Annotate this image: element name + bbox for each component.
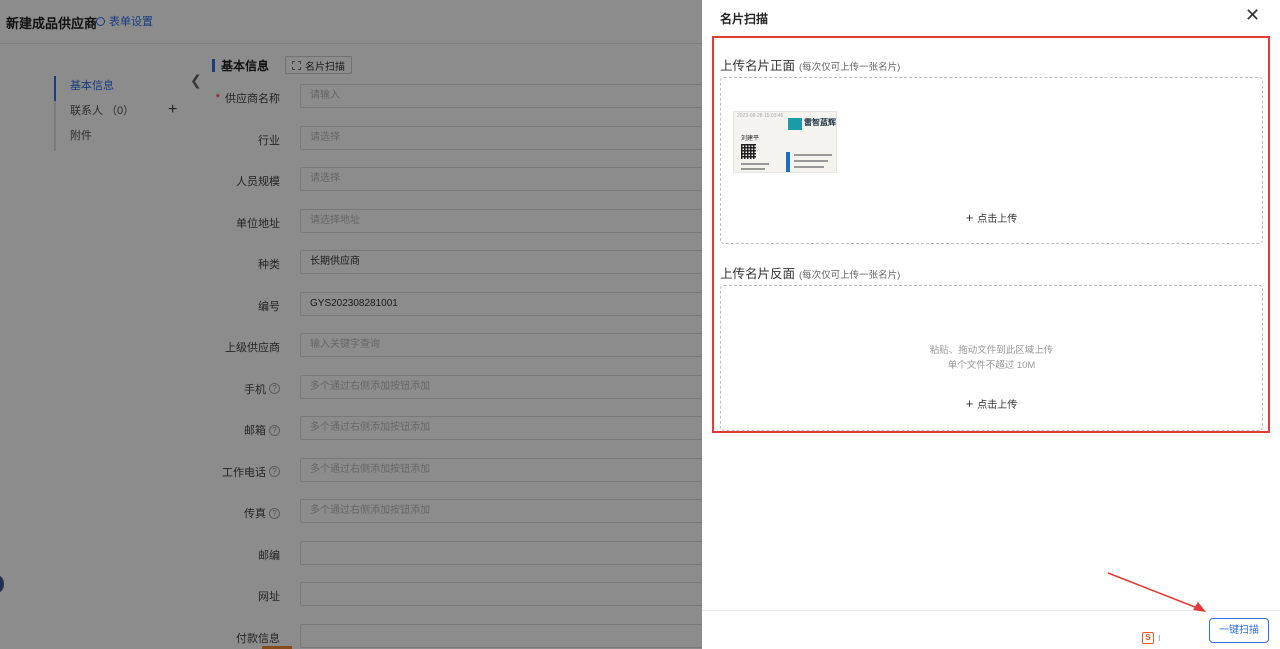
card-accent-bar: [786, 152, 790, 172]
front-upload-dropzone[interactable]: 2023-08-28 15:03:46 雷智蓝辉 刘建平 + 点击上传: [720, 77, 1263, 244]
card-brand: 雷智蓝辉: [804, 118, 836, 127]
drawer-title: 名片扫描: [720, 12, 769, 26]
front-upload-heading: 上传名片正面 (每次仅可上传一张名片): [720, 55, 900, 74]
card-scan-drawer: 名片扫描 ✕ 上传名片正面 (每次仅可上传一张名片) 2023-08-28 15:…: [702, 0, 1280, 649]
front-heading-text: 上传名片正面: [720, 59, 796, 73]
card-text-line: [741, 168, 765, 170]
qr-code-icon: [741, 144, 756, 159]
close-icon[interactable]: ✕: [1245, 5, 1260, 26]
drawer-footer: S ⁝ 一键扫描: [702, 610, 1280, 649]
card-logo-icon: [788, 118, 802, 130]
input-method-widget[interactable]: S ⁝: [1142, 632, 1161, 644]
front-heading-hint: (每次仅可上传一张名片): [799, 62, 901, 73]
input-method-icon: S: [1142, 632, 1154, 644]
more-icon: ⁝: [1158, 633, 1161, 643]
card-text-line: [794, 160, 828, 162]
back-upload-heading: 上传名片反面 (每次仅可上传一张名片): [720, 263, 900, 282]
back-upload-dropzone[interactable]: 粘贴、拖动文件到此区域上传 单个文件不超过 10M + 点击上传: [720, 285, 1263, 431]
plus-icon: +: [965, 396, 974, 411]
plus-icon: +: [965, 210, 974, 225]
back-upload-label: 点击上传: [977, 400, 1018, 411]
card-text-line: [741, 163, 769, 165]
back-upload-button[interactable]: + 点击上传: [721, 396, 1262, 411]
drop-hint-paste: 粘贴、拖动文件到此区域上传: [929, 345, 1054, 356]
one-click-scan-button[interactable]: 一键扫描: [1209, 618, 1269, 643]
card-person-name: 刘建平: [741, 136, 760, 142]
card-text-line: [794, 154, 832, 156]
business-card-thumbnail[interactable]: 2023-08-28 15:03:46 雷智蓝辉 刘建平: [733, 111, 837, 173]
card-timestamp: 2023-08-28 15:03:46: [737, 113, 784, 119]
back-heading-hint: (每次仅可上传一张名片): [799, 270, 901, 281]
back-heading-text: 上传名片反面: [720, 267, 796, 281]
drop-hint-size: 单个文件不超过 10M: [947, 360, 1036, 371]
front-upload-label: 点击上传: [977, 214, 1018, 225]
front-upload-button[interactable]: + 点击上传: [721, 210, 1262, 225]
card-text-line: [794, 166, 824, 168]
